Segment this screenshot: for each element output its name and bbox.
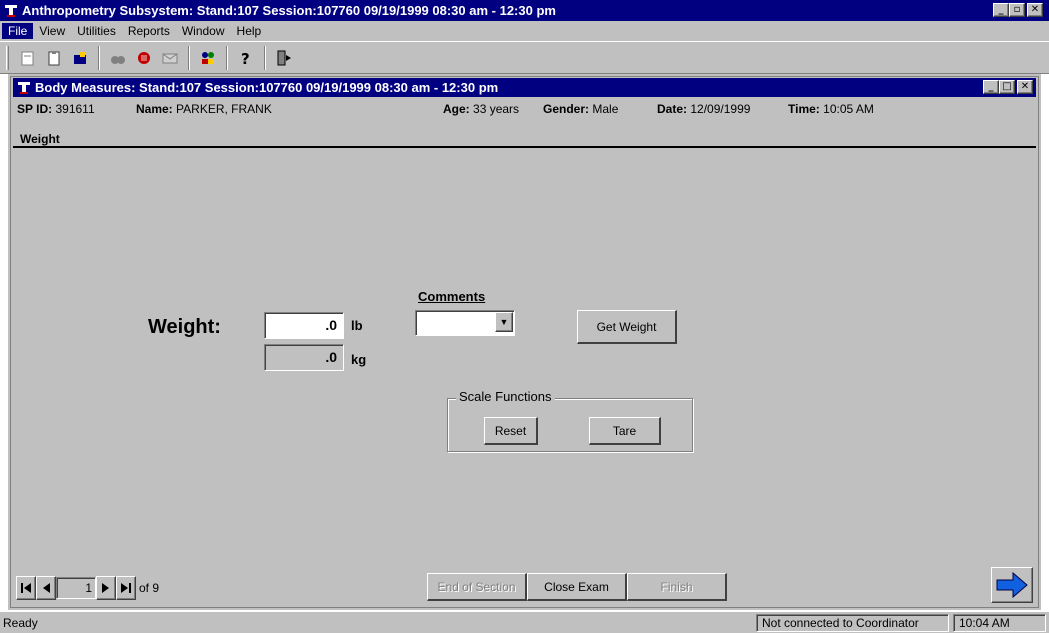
new-doc-icon[interactable]	[15, 46, 41, 70]
status-clock: 10:04 AM	[953, 614, 1046, 632]
status-text: Ready	[3, 616, 38, 630]
exam-buttons: End of Section Close Exam Finish	[427, 573, 727, 603]
patient-age: Age: 33 years	[443, 102, 520, 116]
patient-info-bar: SP ID: 391611 Name: PARKER, FRANK Age: 3…	[13, 98, 1036, 120]
exit-icon[interactable]	[271, 46, 297, 70]
app-title: Anthropometry Subsystem: Stand:107 Sessi…	[22, 3, 556, 18]
section-title: Weight	[20, 132, 60, 146]
toolbar-separator	[188, 45, 190, 70]
tare-button[interactable]: Tare	[589, 417, 661, 445]
menu-window[interactable]: Window	[176, 23, 231, 39]
kg-unit-label: kg	[351, 352, 367, 367]
mail-icon[interactable]	[157, 46, 183, 70]
child-app-icon	[18, 81, 30, 94]
weight-label: Weight:	[148, 316, 221, 338]
menu-view[interactable]: View	[33, 23, 71, 39]
menu-file[interactable]: File	[2, 23, 34, 39]
comments-dropdown[interactable]: ▼	[415, 310, 515, 336]
scale-functions-label: Scale Functions	[456, 389, 555, 404]
end-of-section-button[interactable]: End of Section	[427, 573, 527, 601]
finish-button[interactable]: Finish	[627, 573, 727, 601]
child-window-controls: _ □ ✕	[983, 80, 1033, 94]
chevron-down-icon[interactable]: ▼	[495, 312, 513, 332]
exam-time: Time: 10:05 AM	[788, 102, 874, 116]
toolbar-grip	[6, 45, 9, 70]
open-icon[interactable]	[67, 46, 93, 70]
child-title: Body Measures: Stand:107 Session:107760 …	[35, 80, 499, 95]
toolbar-separator	[226, 45, 228, 70]
app-minimize-button[interactable]: _	[993, 3, 1009, 17]
stop-hand-icon[interactable]	[131, 46, 157, 70]
menu-help[interactable]: Help	[231, 23, 268, 39]
help-icon[interactable]: ?	[233, 46, 259, 70]
menu-bar: File View Utilities Reports Window Help	[0, 21, 1049, 41]
app-window-controls: _ ▫ ✕	[993, 3, 1043, 17]
child-minimize-button[interactable]: _	[983, 80, 999, 94]
exam-date: Date: 12/09/1999	[657, 102, 751, 116]
patient-name: Name: PARKER, FRANK	[136, 102, 272, 116]
first-record-icon[interactable]	[16, 576, 36, 600]
last-record-icon[interactable]	[116, 576, 136, 600]
weight-lb-input[interactable]: .0	[264, 312, 344, 339]
menu-reports[interactable]: Reports	[122, 23, 176, 39]
people-icon[interactable]	[195, 46, 221, 70]
weight-kg-field: .0	[264, 344, 344, 371]
patient-gender: Gender: Male	[543, 102, 619, 116]
status-bar: Ready Not connected to Coordinator 10:04…	[0, 612, 1049, 633]
svg-text:?: ?	[241, 50, 250, 67]
app-icon	[5, 4, 17, 17]
app-title-bar: Anthropometry Subsystem: Stand:107 Sessi…	[0, 0, 1049, 21]
section-header: Weight	[13, 124, 1036, 148]
next-arrow-icon	[996, 571, 1028, 599]
scale-functions-group: Scale Functions Reset Tare	[447, 389, 693, 452]
sp-id: SP ID: 391611	[17, 102, 95, 116]
get-weight-button[interactable]: Get Weight	[577, 310, 677, 344]
toolbar-separator	[264, 45, 266, 70]
record-count: of 9	[139, 581, 160, 595]
reset-button[interactable]: Reset	[484, 417, 538, 445]
clipboard-icon[interactable]	[41, 46, 67, 70]
binoculars-icon[interactable]	[105, 46, 131, 70]
next-record-icon[interactable]	[96, 576, 116, 600]
comments-label: Comments	[418, 289, 486, 304]
record-number-input[interactable]: 1	[56, 577, 96, 599]
connection-status: Not connected to Coordinator	[756, 614, 949, 632]
child-close-button[interactable]: ✕	[1017, 80, 1033, 94]
next-arrow-button[interactable]	[991, 567, 1033, 603]
record-navigator: 1 of 9	[16, 574, 159, 602]
menu-utilities[interactable]: Utilities	[71, 23, 122, 39]
app-close-button[interactable]: ✕	[1027, 3, 1043, 17]
lb-unit-label: lb	[351, 318, 363, 333]
toolbar-separator	[98, 45, 100, 70]
toolbar: ?	[0, 41, 1049, 74]
child-maximize-button[interactable]: □	[999, 80, 1015, 94]
child-title-bar: Body Measures: Stand:107 Session:107760 …	[13, 78, 1036, 97]
prev-record-icon[interactable]	[36, 576, 56, 600]
close-exam-button[interactable]: Close Exam	[527, 573, 627, 601]
body-measures-window: Body Measures: Stand:107 Session:107760 …	[8, 74, 1041, 610]
app-restore-button[interactable]: ▫	[1009, 3, 1025, 17]
